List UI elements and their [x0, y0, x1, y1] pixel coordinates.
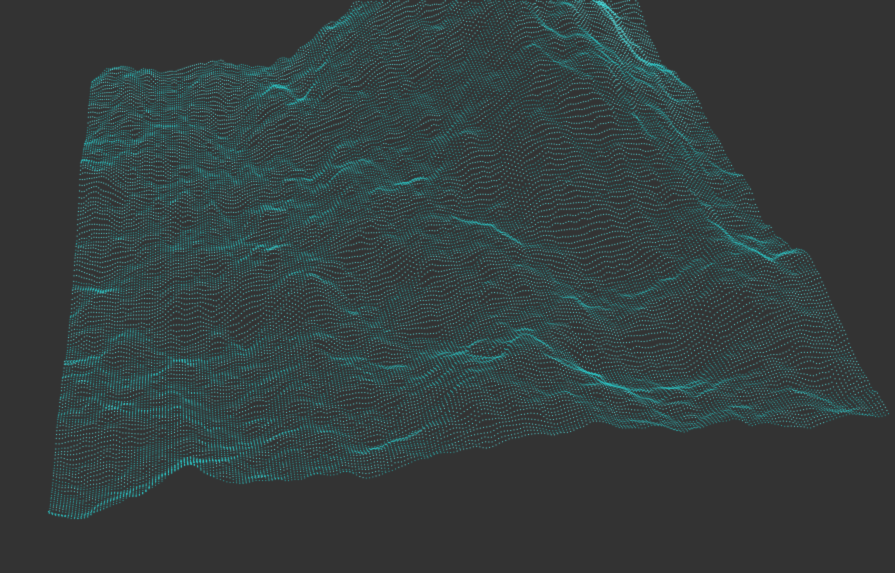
3d-viewport[interactable] — [0, 0, 895, 573]
terrain-point-cloud[interactable] — [0, 0, 895, 573]
